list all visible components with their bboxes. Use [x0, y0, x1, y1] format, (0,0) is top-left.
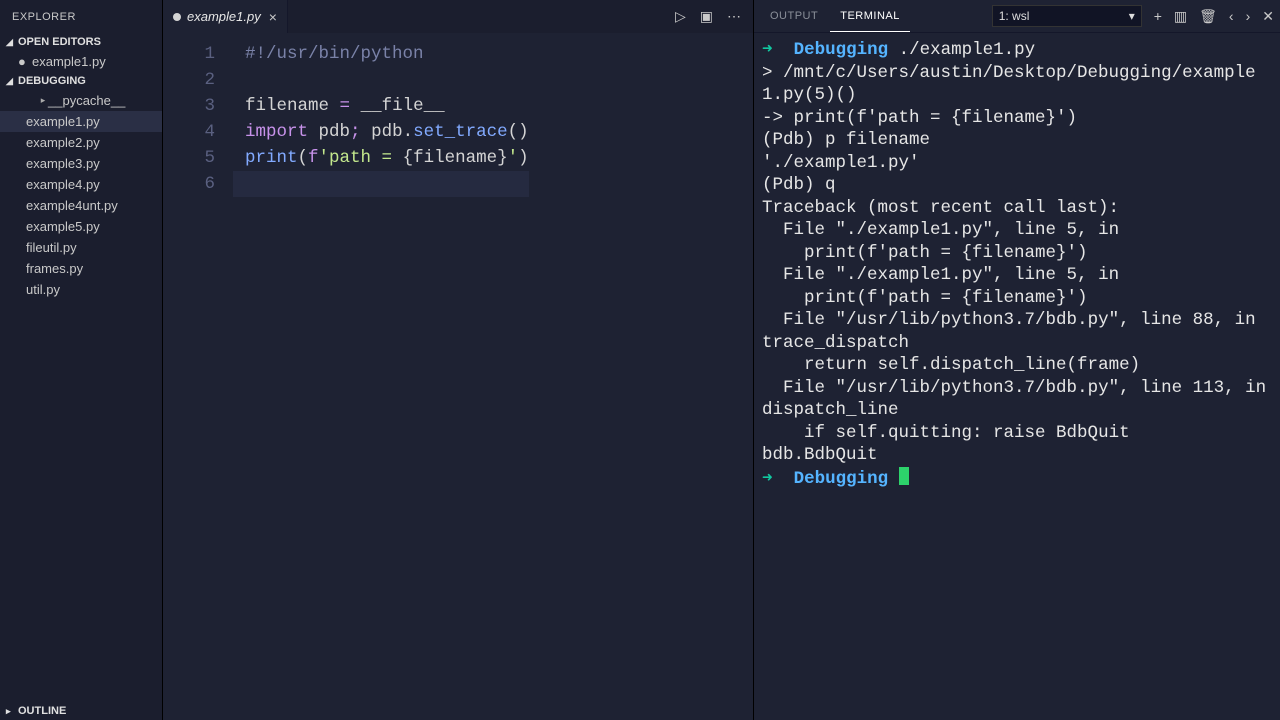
tab-output[interactable]: OUTPUT	[760, 0, 828, 32]
chevron-right-icon: ▸	[38, 95, 48, 106]
chevron-down-icon: ◢	[6, 37, 16, 48]
project-section[interactable]: ◢ DEBUGGING	[0, 72, 162, 90]
editor-pane: example1.py × ▷ ▣ ⋯ 123456 #!/usr/bin/py…	[163, 0, 753, 720]
outline-label: OUTLINE	[18, 705, 66, 717]
split-terminal-icon[interactable]: ▥	[1174, 8, 1187, 25]
open-editor-item[interactable]: ● example1.py	[0, 51, 162, 72]
sidebar: EXPLORER ◢ OPEN EDITORS ● example1.py ◢ …	[0, 0, 163, 720]
tab-name: example1.py	[187, 9, 261, 24]
dirty-dot-icon	[173, 13, 181, 21]
file-label: example1.py	[32, 54, 106, 69]
open-editors-label: OPEN EDITORS	[18, 36, 101, 48]
open-editors-section[interactable]: ◢ OPEN EDITORS	[0, 33, 162, 51]
file-label: example1.py	[26, 114, 100, 129]
dirty-indicator-icon: ●	[18, 54, 32, 69]
new-terminal-icon[interactable]: +	[1154, 8, 1162, 24]
code-line[interactable]: #!/usr/bin/python	[245, 41, 529, 67]
code-line[interactable]	[233, 171, 529, 197]
panel-tabbar: OUTPUT TERMINAL 1: wsl ▾ + ▥ 🗑 ‹ › ✕	[754, 0, 1280, 33]
editor-actions: ▷ ▣ ⋯	[663, 0, 753, 33]
close-panel-icon[interactable]: ✕	[1262, 8, 1274, 25]
file-label: fileutil.py	[26, 240, 77, 255]
run-icon[interactable]: ▷	[675, 8, 686, 25]
file-item[interactable]: example2.py	[0, 132, 162, 153]
code-content[interactable]: #!/usr/bin/python filename = __file__imp…	[233, 33, 529, 720]
panel: OUTPUT TERMINAL 1: wsl ▾ + ▥ 🗑 ‹ › ✕ ➜ D…	[753, 0, 1280, 720]
chevron-down-icon: ◢	[6, 76, 16, 87]
file-label: example4.py	[26, 177, 100, 192]
kill-terminal-icon[interactable]: 🗑	[1199, 8, 1217, 25]
file-item[interactable]: util.py	[0, 279, 162, 300]
chevron-down-icon: ▾	[1129, 9, 1135, 23]
terminal-content[interactable]: ➜ Debugging ./example1.py > /mnt/c/Users…	[754, 33, 1280, 720]
file-label: example2.py	[26, 135, 100, 150]
file-item[interactable]: frames.py	[0, 258, 162, 279]
file-item[interactable]: example5.py	[0, 216, 162, 237]
editor-tabbar: example1.py × ▷ ▣ ⋯	[163, 0, 753, 33]
prev-icon[interactable]: ‹	[1229, 8, 1234, 24]
explorer-title: EXPLORER	[0, 0, 162, 33]
file-label: example3.py	[26, 156, 100, 171]
chevron-right-icon: ▸	[6, 706, 16, 717]
code-line[interactable]: filename = __file__	[245, 93, 529, 119]
file-item[interactable]: example1.py	[0, 111, 162, 132]
file-item[interactable]: example3.py	[0, 153, 162, 174]
close-icon[interactable]: ×	[269, 9, 277, 25]
line-gutter: 123456	[163, 33, 233, 720]
file-label: frames.py	[26, 261, 83, 276]
split-editor-icon[interactable]: ▣	[700, 8, 713, 25]
code-line[interactable]: import pdb; pdb.set_trace()	[245, 119, 529, 145]
file-label: util.py	[26, 282, 60, 297]
next-icon[interactable]: ›	[1246, 8, 1251, 24]
code-editor[interactable]: 123456 #!/usr/bin/python filename = __fi…	[163, 33, 753, 720]
terminal-selector-value: 1: wsl	[999, 9, 1030, 23]
more-icon[interactable]: ⋯	[727, 8, 741, 25]
file-item[interactable]: example4.py	[0, 174, 162, 195]
file-item[interactable]: example4unt.py	[0, 195, 162, 216]
file-item[interactable]: fileutil.py	[0, 237, 162, 258]
folder-item[interactable]: ▸ __pycache__	[0, 90, 162, 111]
terminal-selector[interactable]: 1: wsl ▾	[992, 5, 1142, 27]
tab-terminal[interactable]: TERMINAL	[830, 0, 910, 32]
file-label: example5.py	[26, 219, 100, 234]
folder-label: __pycache__	[48, 93, 125, 108]
file-label: example4unt.py	[26, 198, 118, 213]
terminal-tools: + ▥ 🗑 ‹ › ✕	[1154, 8, 1274, 25]
outline-section[interactable]: ▸ OUTLINE	[0, 702, 162, 720]
editor-tab[interactable]: example1.py ×	[163, 0, 288, 33]
code-line[interactable]: print(f'path = {filename}')	[245, 145, 529, 171]
project-label: DEBUGGING	[18, 75, 86, 87]
code-line[interactable]	[245, 67, 529, 93]
